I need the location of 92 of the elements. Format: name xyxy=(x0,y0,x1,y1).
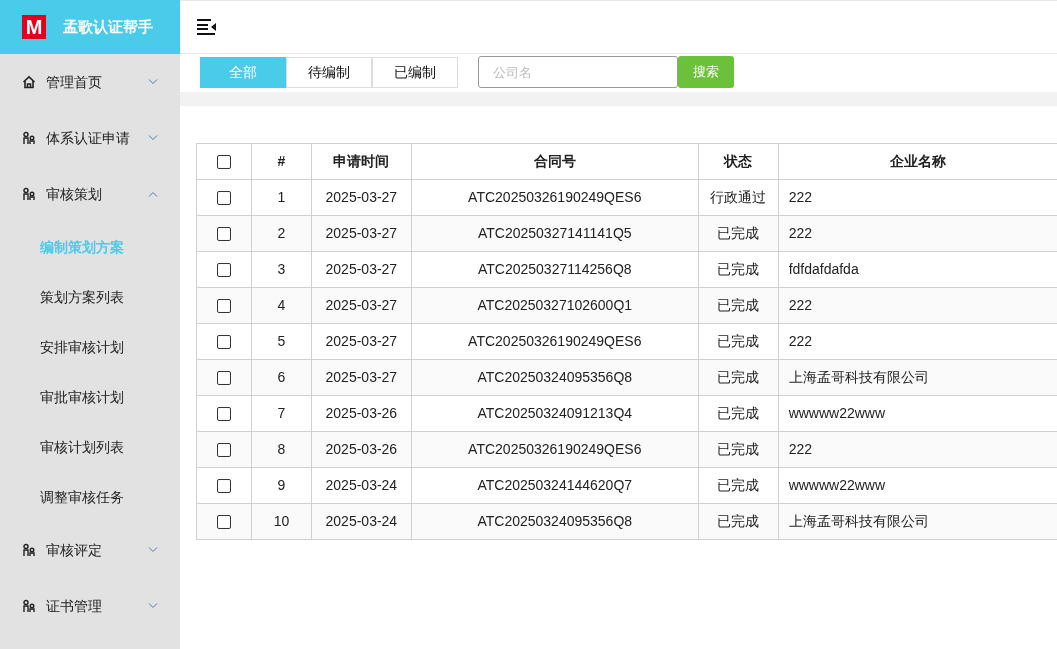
sidebar-item[interactable]: 管理首页 xyxy=(0,54,180,110)
table-row[interactable]: 3 2025-03-27 ATC20250327114256Q8 已完成 fdfdafdafda xyxy=(196,251,1057,288)
sidebar-item[interactable]: 审核评定 xyxy=(0,522,180,578)
menu-toggle-icon[interactable] xyxy=(197,18,217,36)
people-icon xyxy=(22,187,36,201)
table-row[interactable]: 9 2025-03-24 ATC20250324144620Q7 已完成 wwwww22www xyxy=(196,467,1057,504)
table-cell: ATC20250324095356Q8 xyxy=(411,503,699,540)
home-icon xyxy=(22,75,36,89)
table-cell: ATC20250326190249QES6 xyxy=(411,323,699,360)
table-cell: ATC20250327102600Q1 xyxy=(411,287,699,324)
table-cell: 已完成 xyxy=(698,287,779,324)
table-row[interactable]: 6 2025-03-27 ATC20250324095356Q8 已完成 上海孟哥科技有限公司 xyxy=(196,359,1057,396)
table-cell: 6 xyxy=(251,359,312,396)
column-header: 合同号 xyxy=(411,143,699,180)
table-cell: 2025-03-26 xyxy=(311,395,412,432)
table-cell: ATC20250327141141Q5 xyxy=(411,215,699,252)
table-cell: 2025-03-27 xyxy=(311,287,412,324)
people-icon xyxy=(22,543,36,557)
table-row[interactable]: 5 2025-03-27 ATC20250326190249QES6 已完成 222 xyxy=(196,323,1057,360)
filter-tab[interactable]: 待编制 xyxy=(286,56,372,88)
table-cell: 2025-03-27 xyxy=(311,215,412,252)
submenu-item[interactable]: 审批审核计划 xyxy=(0,372,180,422)
submenu-item[interactable]: 审核计划列表 xyxy=(0,422,180,472)
checkbox[interactable] xyxy=(216,299,231,314)
checkbox[interactable] xyxy=(216,263,231,278)
table-cell: 2025-03-24 xyxy=(311,467,412,504)
table-row[interactable]: 2 2025-03-27 ATC20250327141141Q5 已完成 222 xyxy=(196,215,1057,252)
submenu-item[interactable]: 策划方案列表 xyxy=(0,272,180,322)
table-cell: ATC20250324091213Q4 xyxy=(411,395,699,432)
table-cell: 2025-03-26 xyxy=(311,431,412,468)
table-cell: ATC20250326190249QES6 xyxy=(411,179,699,216)
table-cell: ATC20250327114256Q8 xyxy=(411,251,699,288)
table-cell: 已完成 xyxy=(698,503,779,540)
table-cell: 8 xyxy=(251,431,312,468)
table-cell: 已完成 xyxy=(698,359,779,396)
table-cell: 7 xyxy=(251,395,312,432)
table-row[interactable]: 10 2025-03-24 ATC20250324095356Q8 已完成 上海孟哥科技有限公司 xyxy=(196,503,1057,540)
checkbox[interactable] xyxy=(216,515,231,530)
filter-tab[interactable]: 已编制 xyxy=(372,56,458,88)
chevron-down-icon xyxy=(148,603,158,609)
table-cell: 2025-03-27 xyxy=(311,179,412,216)
sidebar-item[interactable]: 证书管理 xyxy=(0,578,180,634)
table-cell: ATC20250326190249QES6 xyxy=(411,431,699,468)
table-cell: 2 xyxy=(251,215,312,252)
checkbox[interactable] xyxy=(216,479,231,494)
checkbox[interactable] xyxy=(216,335,231,350)
search-field[interactable]: 公司名 xyxy=(478,56,678,88)
checkbox[interactable] xyxy=(216,155,231,170)
table-cell: 2025-03-27 xyxy=(311,323,412,360)
people-icon xyxy=(22,599,36,613)
table-row[interactable]: 8 2025-03-26 ATC20250326190249QES6 已完成 222 xyxy=(196,431,1057,468)
table-row[interactable]: 4 2025-03-27 ATC20250327102600Q1 已完成 222 xyxy=(196,287,1057,324)
chevron-down-icon xyxy=(148,547,158,553)
table-cell: 已完成 xyxy=(698,431,779,468)
checkbox[interactable] xyxy=(216,191,231,206)
chevron-down-icon xyxy=(148,79,158,85)
table-cell: 3 xyxy=(251,251,312,288)
table-cell: 5 xyxy=(251,323,312,360)
chevron-up-icon xyxy=(148,191,158,197)
checkbox[interactable] xyxy=(216,227,231,242)
submenu-item[interactable]: 安排审核计划 xyxy=(0,322,180,372)
table-cell: 2025-03-27 xyxy=(311,359,412,396)
sidebar-item[interactable]: 体系认证申请 xyxy=(0,110,180,166)
table-cell: ATC20250324095356Q8 xyxy=(411,359,699,396)
checkbox[interactable] xyxy=(216,443,231,458)
table-cell: 已完成 xyxy=(698,395,779,432)
table-cell: 2025-03-24 xyxy=(311,503,412,540)
checkbox[interactable] xyxy=(216,407,231,422)
table-row[interactable]: 7 2025-03-26 ATC20250324091213Q4 已完成 wwwww22www xyxy=(196,395,1057,432)
table-cell: 已完成 xyxy=(698,467,779,504)
column-header: 申请时间 xyxy=(311,143,412,180)
chevron-down-icon xyxy=(148,135,158,141)
table-cell: 2025-03-27 xyxy=(311,251,412,288)
table-cell: 已完成 xyxy=(698,215,779,252)
submenu-item[interactable]: 调整审核任务 xyxy=(0,472,180,522)
table-cell: 1 xyxy=(251,179,312,216)
column-header: # xyxy=(251,143,312,180)
logo: M xyxy=(22,15,46,39)
table-cell: 行政通过 xyxy=(698,179,779,216)
table-cell: 4 xyxy=(251,287,312,324)
table-row[interactable]: 1 2025-03-27 ATC20250326190249QES6 行政通过 222 xyxy=(196,179,1057,216)
app-title: 孟歌认证帮手 xyxy=(63,16,153,37)
table-cell: 10 xyxy=(251,503,312,540)
checkbox[interactable] xyxy=(216,371,231,386)
table-cell: 已完成 xyxy=(698,323,779,360)
sidebar-item[interactable]: 审核策划 xyxy=(0,166,180,222)
table-cell: 9 xyxy=(251,467,312,504)
column-header: 企业名称 xyxy=(778,143,1057,180)
table-cell: 已完成 xyxy=(698,251,779,288)
table-cell: ATC20250324144620Q7 xyxy=(411,467,699,504)
column-header: 状态 xyxy=(698,143,779,180)
people-icon xyxy=(22,131,36,145)
